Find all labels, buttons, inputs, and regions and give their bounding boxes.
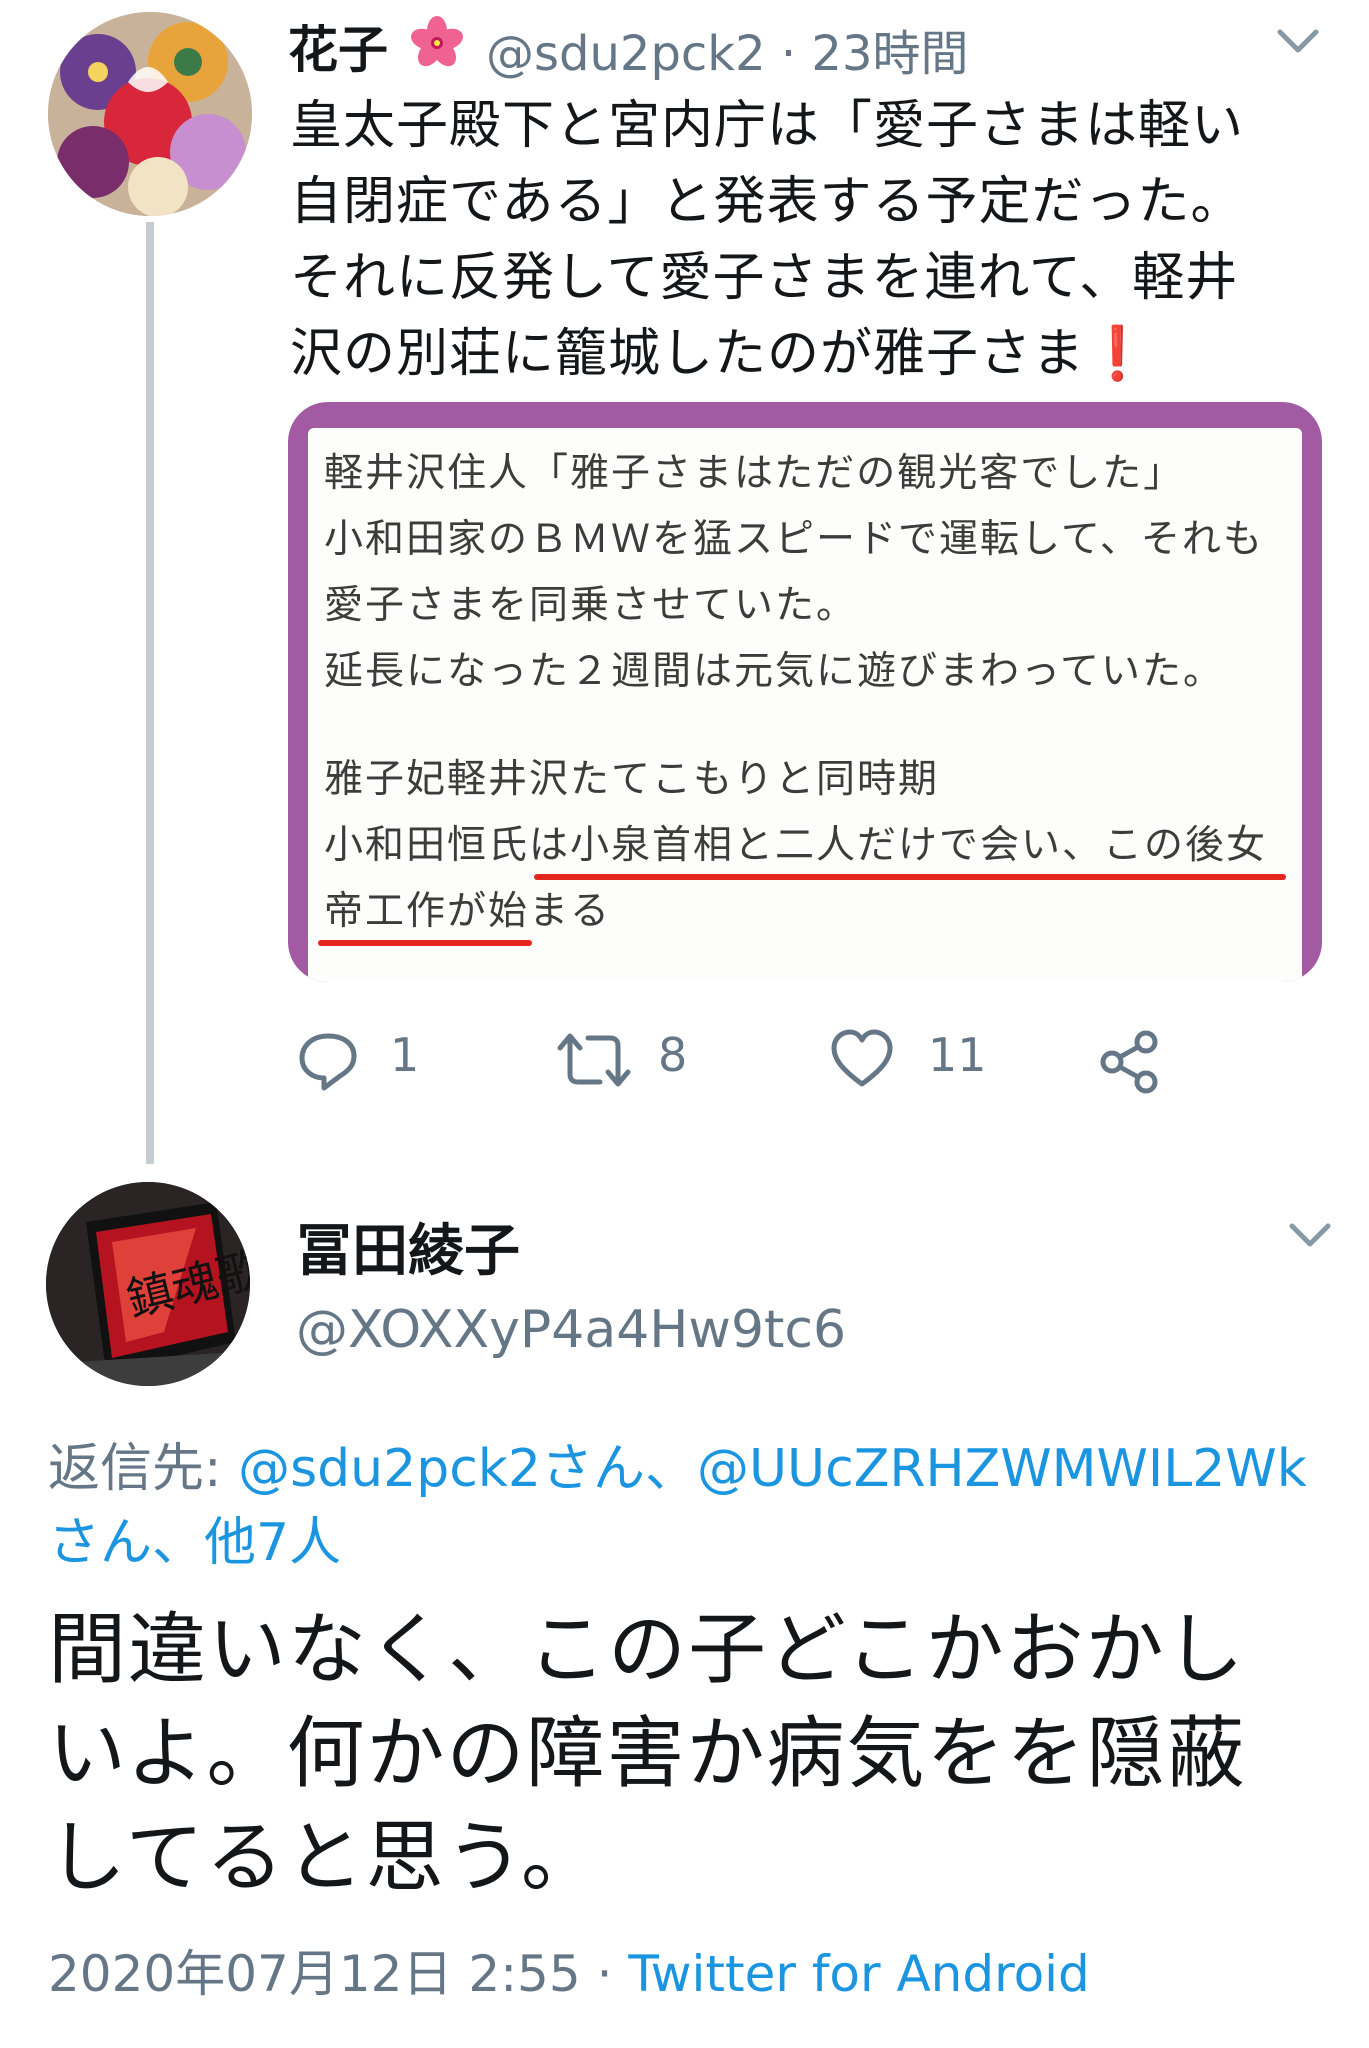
share-icon[interactable] [1098, 1030, 1162, 1094]
like-icon [831, 1029, 893, 1087]
image-text-line: 帝工作が始まる [324, 889, 612, 934]
reply-icon [299, 1033, 357, 1091]
author-handle[interactable]: @XOXXyP4a4Hw9tc6 [296, 1300, 846, 1360]
retweet-count: 8 [658, 1028, 688, 1082]
retweet-action[interactable]: 8 [556, 1024, 706, 1100]
author-handle[interactable]: @sdu2pck2 [486, 26, 766, 82]
tweet-meta: 2020年07月12日 2:55 · Twitter for Android [48, 1934, 1090, 2006]
exclamation-emoji: ❗ [1085, 324, 1151, 384]
tweet-time[interactable]: 23時間 [811, 26, 968, 82]
image-text-line: 小和田恒氏は小泉首相と二人だけで会い、この後女 [324, 823, 1268, 868]
tweet-date[interactable]: 2020年07月12日 2:55 [48, 1945, 581, 2003]
tweet-image[interactable]: 軽井沢住人「雅子さまはただの観光客でした」 小和田家のＢＭＷを猛スピードで運転し… [288, 402, 1322, 982]
replying-more-link[interactable]: さん、他7人 [48, 1513, 341, 1573]
author-name[interactable]: 花子 [288, 10, 388, 82]
like-action[interactable]: 11 [830, 1024, 1000, 1100]
reply-action[interactable]: 1 [296, 1024, 446, 1100]
replying-label: 返信先: [48, 1439, 239, 1499]
reply-text: 間違いなく、この子どこかおかし いよ。何かの障害か病気をを隠蔽 してると思う。 [48, 1605, 1247, 1903]
scanned-text-image: 軽井沢住人「雅子さまはただの観光客でした」 小和田家のＢＭＷを猛スピードで運転し… [308, 428, 1302, 982]
avatar-image [48, 12, 252, 216]
reply-count: 1 [390, 1028, 420, 1082]
image-text-line: 小和田家のＢＭＷを猛スピードで運転して、それも [324, 517, 1264, 562]
tweet-text: 皇太子殿下と宮内庁は「愛子さまは軽い 自閉症である」と発表する予定だった。 それ… [290, 88, 1340, 392]
replying-to: 返信先: @sdu2pck2さん、@UUcZRHZWMWIL2Wk さん、他7人 [48, 1432, 1338, 1580]
image-text-line: 愛子さまを同乗させていた。 [324, 583, 858, 628]
thread-connector-line [146, 222, 154, 1164]
avatar-image: 鎮魂歌 [46, 1182, 250, 1386]
retweet-icon [557, 1033, 631, 1087]
avatar-tomita[interactable]: 鎮魂歌 [46, 1182, 250, 1386]
image-text-line: 軽井沢住人「雅子さまはただの観光客でした」 [324, 451, 1185, 496]
separator: · [765, 26, 812, 82]
client-link[interactable]: Twitter for Android [628, 1945, 1089, 2003]
red-underline [534, 874, 1286, 880]
author-handle-time: @sdu2pck2 · 23時間 [486, 14, 969, 84]
image-text-line: 延長になった２週間は元気に遊びまわっていた。 [324, 649, 1225, 694]
chevron-down-icon[interactable] [1268, 22, 1328, 62]
author-name[interactable]: 冨田綾子 [296, 1206, 520, 1287]
image-text-line: 雅子妃軽井沢たてこもりと同時期 [324, 757, 940, 802]
chevron-down-icon[interactable] [1280, 1216, 1340, 1256]
avatar-hanako[interactable] [48, 12, 252, 216]
flower-emoji-icon [410, 16, 464, 67]
replying-users-link[interactable]: @sdu2pck2さん、@UUcZRHZWMWIL2Wk [238, 1439, 1307, 1499]
red-underline [318, 940, 532, 946]
like-count: 11 [928, 1028, 987, 1082]
separator: · [580, 1945, 629, 2003]
